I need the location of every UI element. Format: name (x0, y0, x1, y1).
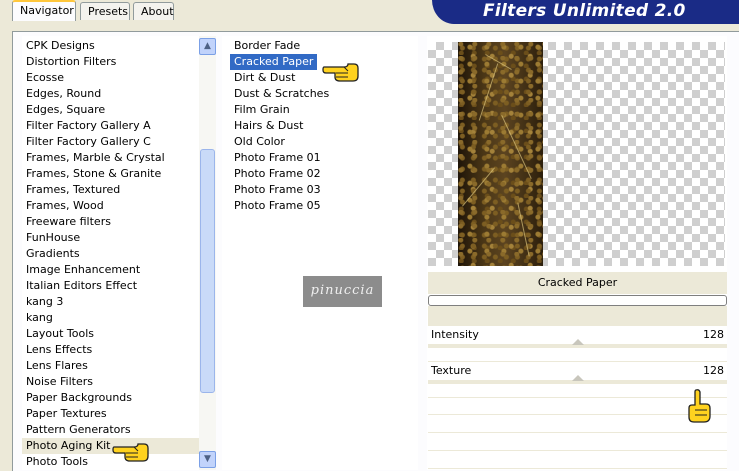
category-item[interactable]: Image Enhancement (22, 262, 199, 278)
empty-control-row (428, 434, 727, 451)
slider-label: Texture (431, 364, 472, 377)
slider-value: 128 (703, 364, 724, 377)
empty-control-row (428, 398, 727, 415)
category-item[interactable]: Lens Effects (22, 342, 199, 358)
filter-item[interactable]: Hairs & Dust (230, 118, 307, 134)
app-title: Filters Unlimited 2.0 (483, 1, 686, 21)
category-item[interactable]: Ecosse (22, 70, 199, 86)
slider-thumb[interactable] (572, 375, 584, 381)
filter-item[interactable]: Film Grain (230, 102, 294, 118)
filter-item[interactable]: Dust & Scratches (230, 86, 333, 102)
divider (428, 306, 727, 326)
category-item[interactable]: Frames, Wood (22, 198, 199, 214)
category-item[interactable]: Gradients (22, 246, 199, 262)
category-item[interactable]: kang (22, 310, 199, 326)
pointing-hand-icon (112, 443, 149, 462)
slider-value: 128 (703, 328, 724, 341)
empty-control-row (428, 452, 727, 469)
filter-item[interactable]: Photo Frame 01 (230, 150, 325, 166)
category-scrollbar[interactable]: ▲ ▼ (199, 36, 216, 470)
slider-thumb[interactable] (572, 339, 584, 345)
preview-image (458, 42, 543, 266)
category-item[interactable]: Edges, Round (22, 86, 199, 102)
filter-item[interactable]: Old Color (230, 134, 289, 150)
scroll-thumb[interactable] (200, 149, 215, 393)
category-item[interactable]: Filter Factory Gallery C (22, 134, 199, 150)
category-item[interactable]: Frames, Marble & Crystal (22, 150, 199, 166)
chevron-down-icon: ▼ (204, 454, 211, 464)
category-item[interactable]: Pattern Generators (22, 422, 199, 438)
category-item[interactable]: Paper Textures (22, 406, 199, 422)
tab-presets[interactable]: Presets (80, 2, 130, 20)
chevron-up-icon: ▲ (204, 41, 211, 51)
category-item[interactable]: Layout Tools (22, 326, 199, 342)
scroll-up-button[interactable]: ▲ (199, 38, 216, 55)
filter-item[interactable]: Cracked Paper (228, 53, 319, 71)
pointing-hand-icon (322, 63, 359, 82)
tab-navigator[interactable]: Navigator (12, 0, 76, 21)
scroll-down-button[interactable]: ▼ (199, 451, 216, 468)
category-item[interactable]: Filter Factory Gallery A (22, 118, 199, 134)
slider-label: Intensity (431, 328, 479, 341)
category-item[interactable]: Noise Filters (22, 374, 199, 390)
filter-item[interactable]: Photo Frame 02 (230, 166, 325, 182)
progress-bar (428, 295, 727, 306)
empty-control-row (428, 416, 727, 433)
category-item[interactable]: Edges, Square (22, 102, 199, 118)
tab-about[interactable]: About (133, 2, 174, 20)
pointing-up-hand-icon (688, 389, 711, 423)
filter-item[interactable]: Border Fade (230, 38, 304, 54)
category-item[interactable]: Frames, Textured (22, 182, 199, 198)
filter-list[interactable]: Border Fade Cracked Paper Dirt & Dust Dust … (222, 36, 418, 470)
category-item[interactable]: Photo Aging Kit (22, 438, 199, 454)
filter-item[interactable]: Photo Frame 03 (230, 182, 325, 198)
category-item[interactable]: FunHouse (22, 230, 199, 246)
category-item[interactable]: Lens Flares (22, 358, 199, 374)
category-item[interactable]: kang 3 (22, 294, 199, 310)
category-item[interactable]: Freeware filters (22, 214, 199, 230)
filter-name-label: Cracked Paper (428, 272, 727, 294)
signature-watermark: pinuccia (303, 276, 382, 307)
filter-item[interactable]: Photo Frame 05 (230, 198, 325, 214)
category-item[interactable]: Paper Backgrounds (22, 390, 199, 406)
category-item[interactable]: Italian Editors Effect (22, 278, 199, 294)
filter-item[interactable]: Dirt & Dust (230, 70, 299, 86)
category-item[interactable]: Distortion Filters (22, 54, 199, 70)
category-item[interactable]: Frames, Stone & Granite (22, 166, 199, 182)
category-item[interactable]: Photo Tools (22, 454, 199, 470)
category-item[interactable]: CPK Designs (22, 38, 199, 54)
slider-intensity[interactable]: Intensity 128 (428, 326, 727, 362)
slider-texture[interactable]: Texture 128 (428, 362, 727, 398)
category-list[interactable]: CPK Designs Distortion Filters Ecosse Edges… (22, 36, 199, 470)
